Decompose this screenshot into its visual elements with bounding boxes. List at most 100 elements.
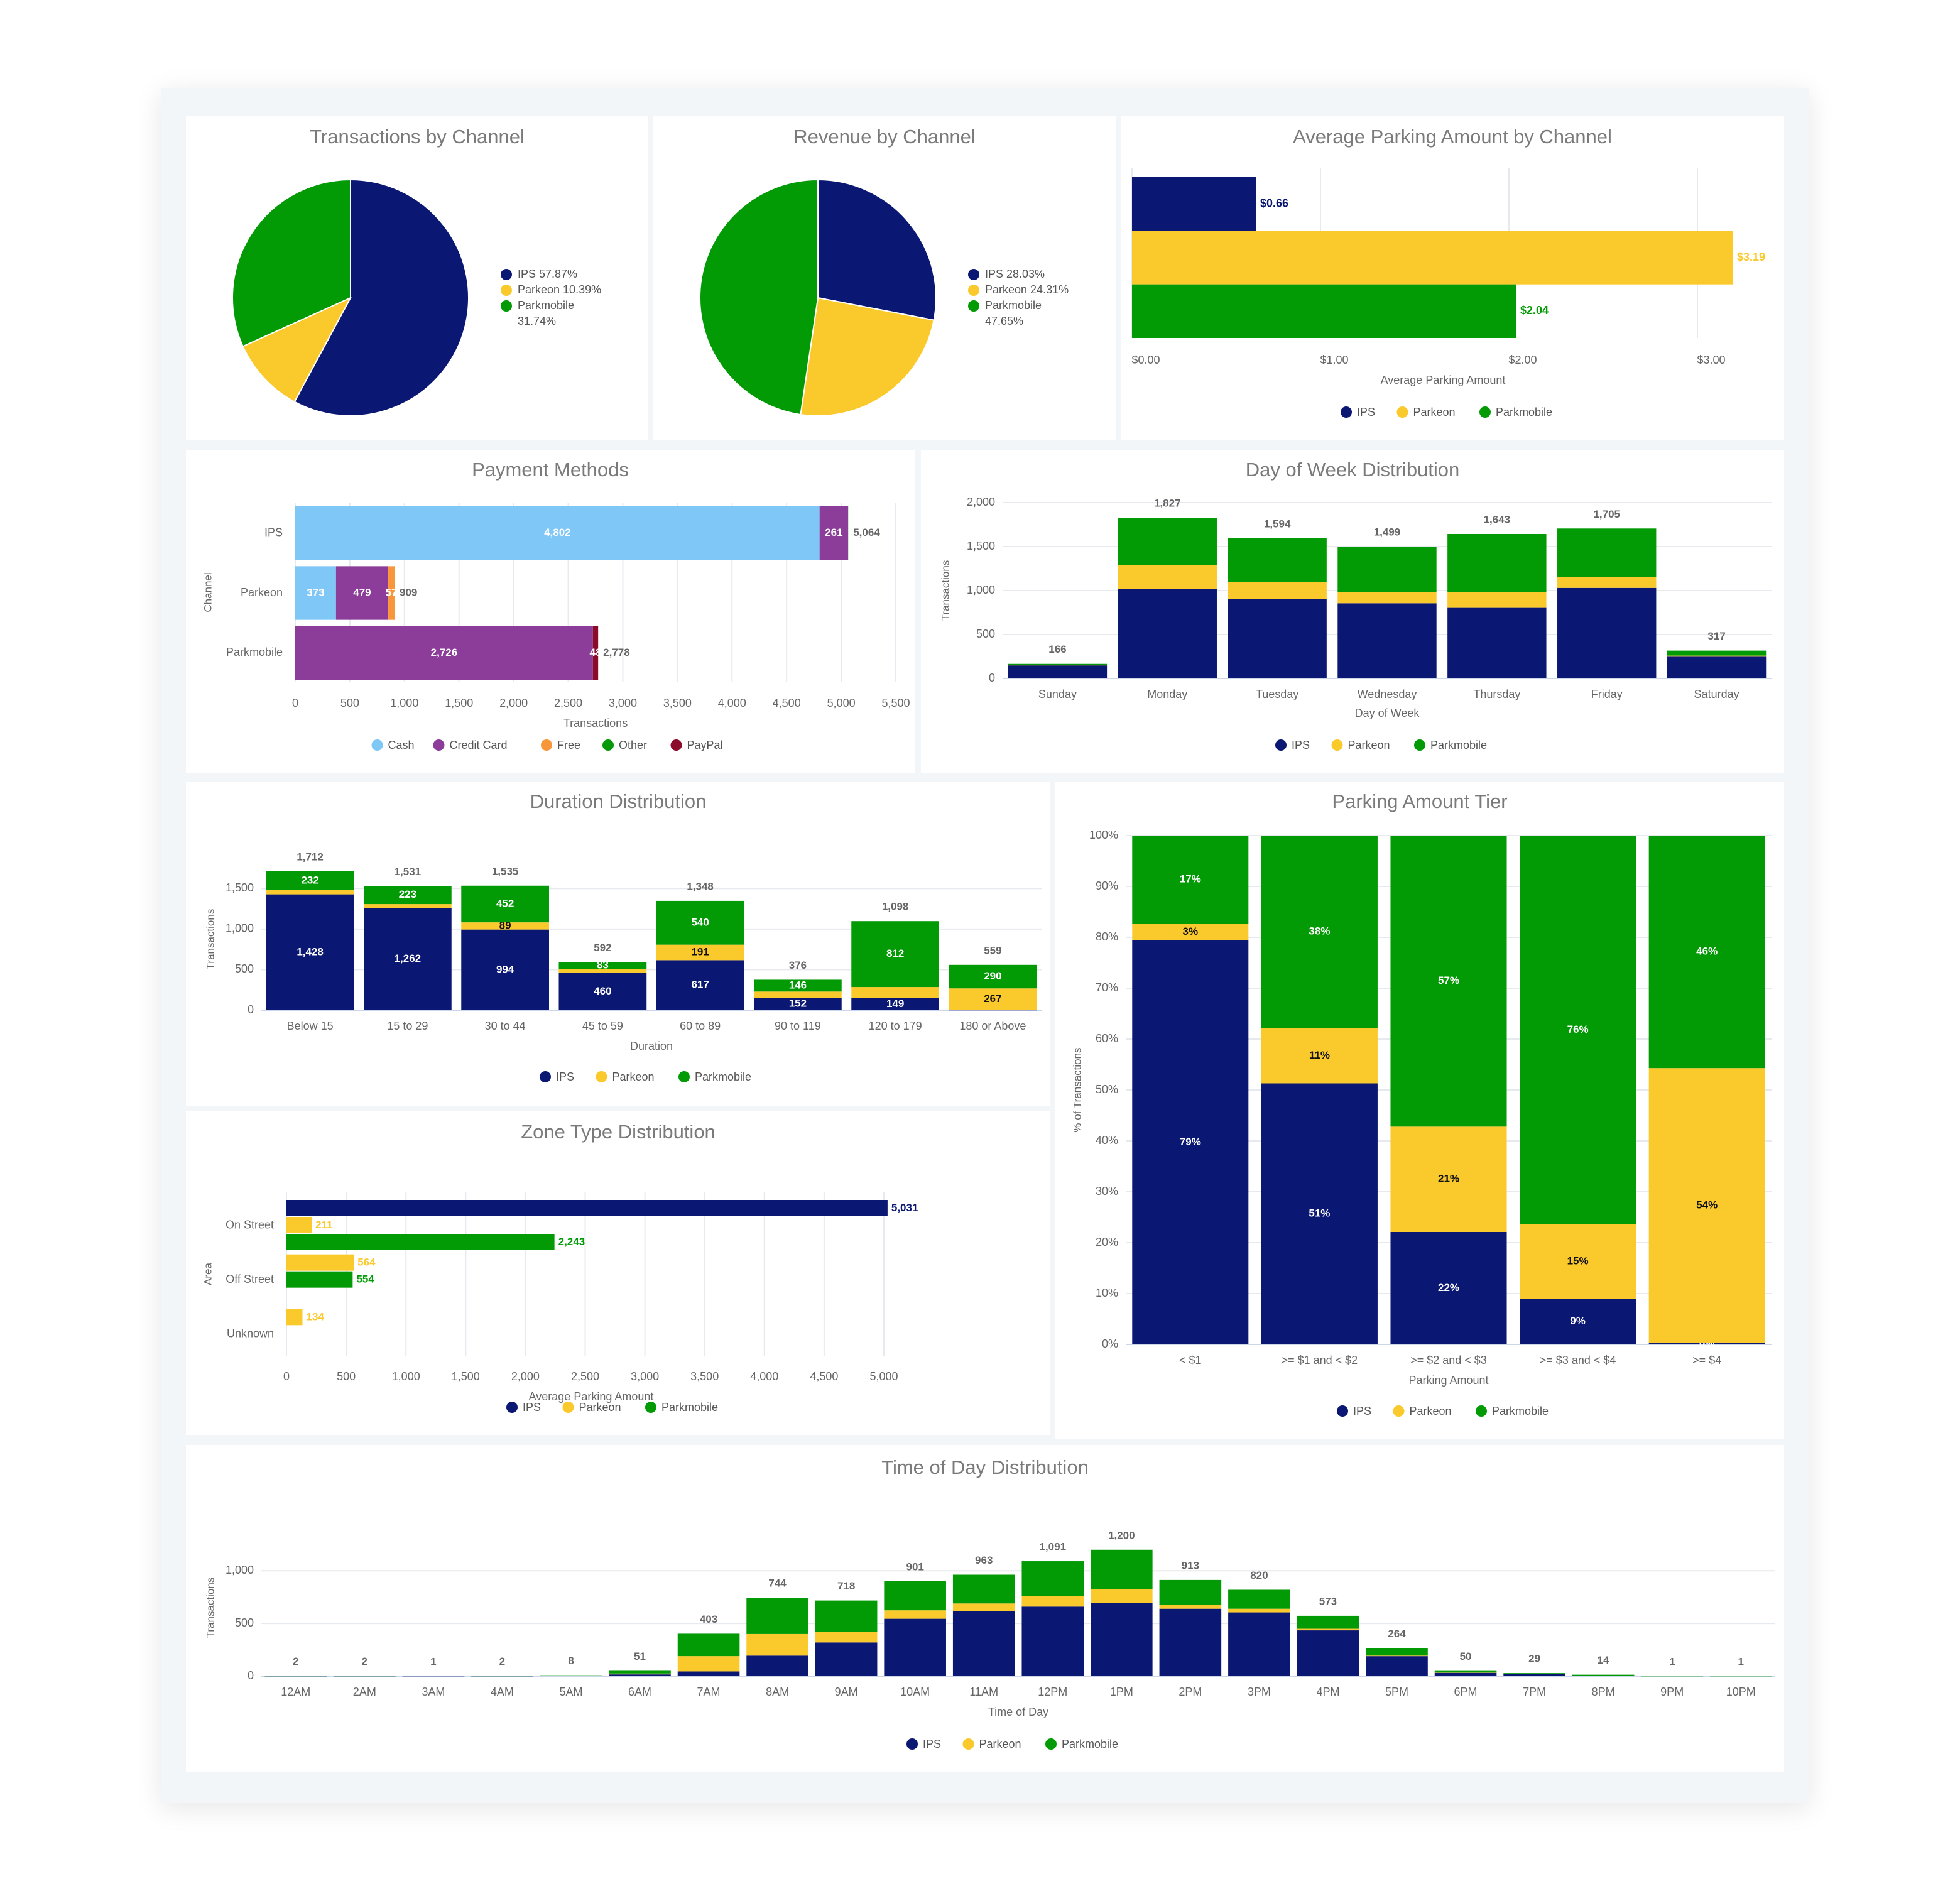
x-tick-label: Below 15 bbox=[287, 1020, 334, 1032]
bar-segment-parkmobile bbox=[1297, 1615, 1359, 1629]
legend-label: Parkeon bbox=[979, 1738, 1021, 1750]
bar-segment-parkeon bbox=[266, 890, 354, 895]
bar-segment-parkmobile bbox=[1709, 1676, 1772, 1677]
total-label: 1,705 bbox=[1593, 508, 1620, 520]
total-label: 317 bbox=[1707, 630, 1725, 642]
segment-label: 994 bbox=[496, 963, 514, 975]
legend-marker-parkmobile bbox=[1479, 406, 1491, 418]
time-of-day-panel: Time of Day Distribution 0 500 1,000 2 12AM 2… bbox=[186, 1445, 1784, 1772]
bar-segment-ips bbox=[1118, 589, 1217, 678]
bar-segment-parkmobile bbox=[952, 1574, 1015, 1604]
x-tick-label: 1,000 bbox=[390, 697, 418, 709]
y-tick-label: Unknown bbox=[227, 1327, 274, 1340]
y-tick-label: 100% bbox=[1089, 829, 1118, 841]
legend-marker-other bbox=[602, 739, 614, 751]
y-tick-label: 30% bbox=[1096, 1185, 1118, 1197]
x-tick-label: Sunday bbox=[1038, 688, 1077, 700]
legend-label: Cash bbox=[388, 739, 415, 751]
x-tick-label: 3PM bbox=[1248, 1686, 1271, 1698]
data-label: $2.04 bbox=[1520, 304, 1549, 317]
y-tick-label: 500 bbox=[235, 1616, 254, 1629]
x-tick-label: 2,000 bbox=[511, 1370, 540, 1383]
total-label: 573 bbox=[1319, 1595, 1337, 1607]
bar-segment-parkmobile bbox=[1228, 538, 1327, 582]
x-tick-label: 4,500 bbox=[810, 1370, 838, 1383]
x-tick-label: 1,500 bbox=[445, 697, 473, 709]
bar-segment-parkmobile bbox=[471, 1676, 533, 1677]
x-tick-label: 1PM bbox=[1110, 1686, 1133, 1698]
bar-segment-parkeon bbox=[1667, 655, 1767, 657]
x-tick-label: 9PM bbox=[1660, 1686, 1684, 1698]
legend-label: Other bbox=[619, 739, 647, 751]
y-axis-label: Channel bbox=[202, 572, 214, 612]
segment-label: 57% bbox=[1438, 974, 1459, 986]
x-tick-label: 2,000 bbox=[499, 697, 528, 709]
total-label: 1 bbox=[1738, 1655, 1743, 1667]
legend-label: IPS bbox=[1353, 1405, 1371, 1417]
bar-chart-amount-tier: 0% 10% 20% 30% 40% 50% 60% 70% 80% 90% 100% 79% 3% 17… bbox=[1071, 829, 1772, 1417]
total-label: 2 bbox=[499, 1655, 505, 1667]
legend-label: Parkmobile bbox=[1492, 1405, 1549, 1417]
transactions-by-channel-panel: Transactions by Channel IPS 57.87% Parkeo… bbox=[186, 116, 648, 440]
legend-label: Parkmobile bbox=[1062, 1738, 1118, 1750]
bar-parkmobile bbox=[1132, 284, 1516, 338]
x-tick-label: 4,000 bbox=[718, 697, 746, 709]
bar-chart-duration: 0 500 1,000 1,500 1,428 232 1,712 Below 15 1,262… bbox=[204, 851, 1042, 1083]
y-tick-label: 90% bbox=[1096, 880, 1118, 892]
bar-segment-parkeon bbox=[1159, 1605, 1222, 1609]
bar-segment-parkmobile bbox=[1159, 1579, 1222, 1605]
data-label: 5,031 bbox=[891, 1202, 918, 1214]
bar-segment-parkeon bbox=[1021, 1596, 1084, 1607]
bar-parkmobile bbox=[286, 1271, 353, 1288]
segment-label: 38% bbox=[1309, 925, 1330, 937]
x-tick-label: $0.00 bbox=[1131, 354, 1160, 366]
x-axis-label: Average Parking Amount bbox=[1381, 374, 1506, 386]
total-label: 1,643 bbox=[1484, 513, 1511, 525]
legend-marker-ips bbox=[1337, 1405, 1348, 1417]
x-tick-label: 120 to 179 bbox=[869, 1020, 922, 1032]
y-tick-label: 0% bbox=[1102, 1338, 1118, 1350]
segment-label: 15% bbox=[1567, 1255, 1589, 1267]
legend-label: IPS 28.03% bbox=[985, 268, 1045, 280]
bar-segment-parkmobile bbox=[1434, 1670, 1497, 1673]
legend-label: IPS bbox=[1357, 406, 1375, 418]
x-tick-label: 45 to 59 bbox=[582, 1020, 623, 1032]
day-of-week-panel: Day of Week Distribution 0 500 1,000 1,500 2… bbox=[921, 450, 1784, 773]
legend-label: IPS bbox=[923, 1738, 941, 1750]
total-label: 1,531 bbox=[395, 866, 422, 878]
x-tick-label: 12AM bbox=[281, 1686, 310, 1698]
y-tick-label: Parkeon bbox=[241, 586, 283, 599]
bar-segment-parkeon bbox=[1091, 1589, 1153, 1603]
total-label: 744 bbox=[768, 1578, 787, 1589]
x-tick-label: 2AM bbox=[353, 1686, 376, 1698]
legend-label: Parkmobile bbox=[518, 299, 574, 312]
segment-label: 267 bbox=[984, 993, 1001, 1005]
total-label: 166 bbox=[1048, 643, 1066, 655]
legend-marker-parkeon bbox=[968, 285, 979, 296]
x-tick-label: Monday bbox=[1147, 688, 1187, 700]
segment-label: 373 bbox=[307, 586, 324, 598]
bar-segment-ips bbox=[949, 1010, 1037, 1011]
total-label: 909 bbox=[400, 586, 417, 598]
bar-segment-parkmobile bbox=[609, 1670, 671, 1674]
y-tick-label: 0 bbox=[248, 1003, 254, 1016]
payment-methods-panel: Payment Methods 0 500 1,000 1,500 2,000 2,500… bbox=[186, 450, 915, 773]
legend-label: Parkmobile bbox=[985, 299, 1042, 312]
bar-segment-parkeon bbox=[884, 1610, 946, 1619]
x-tick-label: 60 to 89 bbox=[680, 1020, 721, 1032]
segment-label: 3% bbox=[1183, 925, 1199, 937]
segment-label: 290 bbox=[984, 970, 1001, 982]
x-tick-label: 4PM bbox=[1316, 1686, 1339, 1698]
legend-label: Parkeon bbox=[612, 1071, 655, 1083]
legend-marker-cash bbox=[371, 739, 383, 751]
data-label: 554 bbox=[356, 1273, 374, 1285]
total-label: 264 bbox=[1388, 1628, 1406, 1640]
segment-label: 452 bbox=[496, 897, 514, 909]
x-tick-label: 1,000 bbox=[392, 1370, 420, 1383]
legend-marker-paypal bbox=[670, 739, 682, 751]
x-tick-label: >= $1 and < $2 bbox=[1282, 1354, 1358, 1366]
segment-label: 146 bbox=[789, 979, 807, 991]
legend-marker-parkeon bbox=[1331, 739, 1343, 751]
legend-label: IPS bbox=[523, 1401, 541, 1414]
bar-segment-ips bbox=[1297, 1630, 1359, 1676]
